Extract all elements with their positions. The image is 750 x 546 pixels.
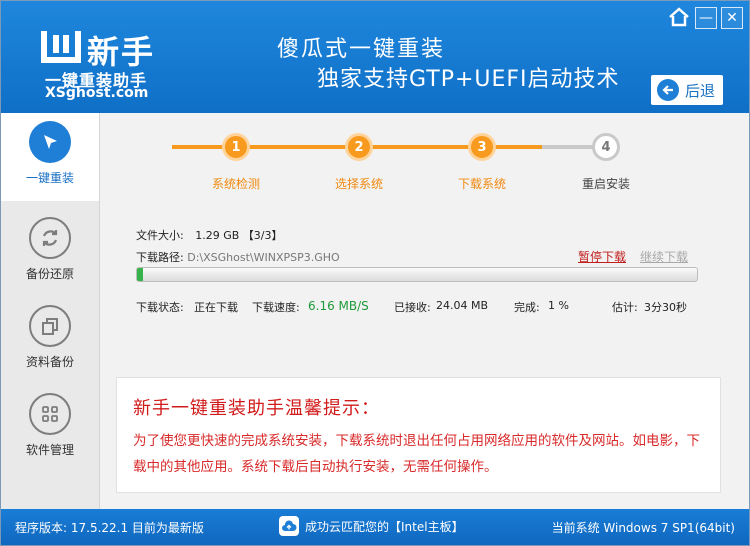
logo-website: XSghost.com bbox=[45, 85, 149, 101]
cursor-arrow-icon bbox=[29, 121, 71, 163]
status-value: 正在下载 bbox=[194, 301, 238, 314]
home-button[interactable] bbox=[667, 7, 691, 27]
sidebar-item-reinstall[interactable]: 一键重装 bbox=[1, 113, 99, 201]
back-arrow-icon bbox=[657, 79, 679, 101]
download-path-value: D:\XSGhost\WINXPSP3.GHO bbox=[187, 251, 340, 264]
sidebar-item-label: 一键重装 bbox=[25, 171, 74, 185]
sidebar-item-backup-restore[interactable]: 备份还原 bbox=[1, 209, 99, 297]
sidebar: 一键重装 备份还原 资料备份 软件管理 bbox=[1, 113, 100, 509]
tip-panel: 新手一键重装助手温馨提示： 为了使您更快速的完成系统安装，下载系统时退出任何占用… bbox=[116, 377, 721, 493]
step-3-label: 下载系统 bbox=[457, 177, 506, 191]
step-4-circle: 4 bbox=[592, 133, 620, 161]
download-stats: 下载状态: 正在下载 下载速度: 6.16 MB/S 已接收: 24.04 MB… bbox=[136, 299, 696, 315]
cloud-match-text: 成功云匹配您的【Intel主板】 bbox=[305, 519, 464, 534]
app-window: 新手 一键重装助手 XSghost.com 傻瓜式一键重装 独家支持GTP+UE… bbox=[0, 0, 750, 546]
download-path-label: 下载路径: bbox=[136, 251, 184, 264]
step-1-label: 系统检测 bbox=[211, 177, 260, 191]
eta-label: 估计: bbox=[612, 301, 638, 314]
slogan-line-2: 独家支持GTP+UEFI启动技术 bbox=[317, 67, 620, 92]
sidebar-item-software[interactable]: 软件管理 bbox=[1, 385, 99, 473]
cloud-icon bbox=[279, 516, 299, 536]
home-icon bbox=[669, 7, 689, 27]
sidebar-item-data-backup[interactable]: 资料备份 bbox=[1, 297, 99, 385]
back-button[interactable]: 后退 bbox=[651, 75, 723, 105]
received-label: 已接收: bbox=[394, 301, 431, 314]
sidebar-item-label: 软件管理 bbox=[25, 443, 74, 457]
complete-value: 1 % bbox=[548, 299, 569, 312]
minimize-button[interactable]: — bbox=[695, 7, 717, 29]
close-icon: ✕ bbox=[726, 10, 738, 26]
current-system: 当前系统 Windows 7 SP1(64bit) bbox=[551, 521, 735, 535]
complete-label: 完成: bbox=[514, 301, 540, 314]
sidebar-item-label: 备份还原 bbox=[25, 267, 74, 281]
received-value: 24.04 MB bbox=[436, 299, 489, 312]
file-size-value: 1.29 GB 【3/3】 bbox=[195, 229, 283, 242]
header: 新手 一键重装助手 XSghost.com 傻瓜式一键重装 独家支持GTP+UE… bbox=[1, 1, 749, 113]
cloud-match: 成功云匹配您的【Intel主板】 bbox=[279, 516, 464, 536]
resume-download-link[interactable]: 继续下载 bbox=[640, 248, 688, 265]
sync-icon bbox=[29, 217, 71, 259]
speed-value: 6.16 MB/S bbox=[308, 299, 369, 313]
back-label: 后退 bbox=[685, 81, 716, 100]
file-size-label: 文件大小: bbox=[136, 229, 184, 242]
download-progress-bar bbox=[136, 267, 698, 282]
minimize-icon: — bbox=[699, 10, 713, 26]
pause-download-link[interactable]: 暂停下载 bbox=[578, 248, 626, 265]
file-info: 文件大小: 1.29 GB 【3/3】 下载路径: D:\XSGhost\WIN… bbox=[136, 227, 340, 265]
tip-title: 新手一键重装助手温馨提示： bbox=[133, 398, 380, 419]
copy-icon bbox=[29, 305, 71, 347]
main-panel: 1 系统检测 2 选择系统 3 下载系统 4 重启安装 文件大小: 1.29 G… bbox=[100, 113, 749, 509]
logo-icon bbox=[41, 31, 81, 63]
sidebar-item-label: 资料备份 bbox=[25, 355, 74, 369]
speed-label: 下载速度: bbox=[252, 301, 300, 314]
status-bar: 程序版本: 17.5.22.1 目前为最新版 成功云匹配您的【Intel主板】 … bbox=[1, 509, 749, 545]
window-controls: — ✕ bbox=[667, 7, 743, 29]
step-3-circle: 3 bbox=[468, 133, 496, 161]
step-1-circle: 1 bbox=[222, 133, 250, 161]
step-2-label: 选择系统 bbox=[334, 177, 383, 191]
eta-value: 3分30秒 bbox=[644, 301, 687, 314]
step-progress: 1 系统检测 2 选择系统 3 下载系统 4 重启安装 bbox=[100, 125, 749, 195]
step-4-label: 重启安装 bbox=[581, 177, 630, 191]
program-version: 程序版本: 17.5.22.1 目前为最新版 bbox=[15, 521, 204, 535]
status-label: 下载状态: bbox=[136, 301, 184, 314]
slogan-line-1: 傻瓜式一键重装 bbox=[277, 37, 446, 62]
step-2-circle: 2 bbox=[345, 133, 373, 161]
progress-fill bbox=[137, 268, 143, 281]
grid-icon bbox=[29, 393, 71, 435]
close-button[interactable]: ✕ bbox=[721, 7, 743, 29]
tip-body: 为了使您更快速的完成系统安装，下载系统时退出任何占用网络应用的软件及网站。如电影… bbox=[133, 433, 700, 475]
